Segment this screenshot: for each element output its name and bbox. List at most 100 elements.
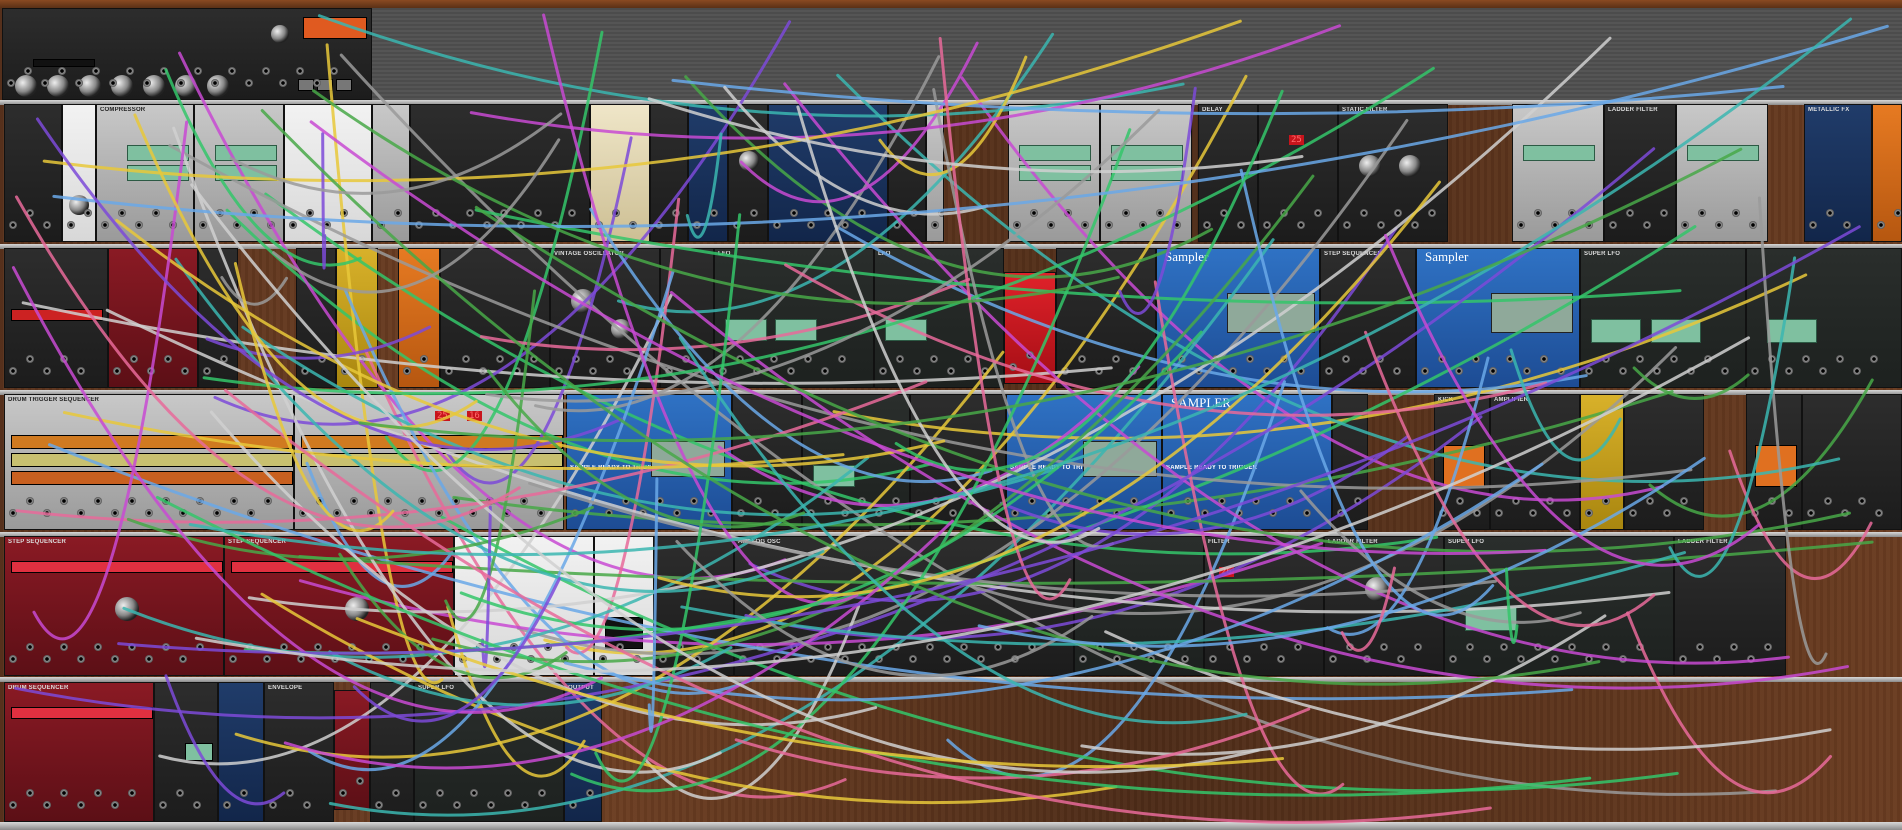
patch-jack[interactable] (318, 355, 326, 363)
patch-jack[interactable] (77, 801, 85, 809)
patch-jack[interactable] (436, 789, 444, 797)
patch-jack[interactable] (496, 355, 504, 363)
patch-jack[interactable] (196, 643, 204, 651)
patch-jack[interactable] (1681, 221, 1689, 229)
patch-jack[interactable] (572, 355, 580, 363)
patch-jack[interactable] (639, 509, 647, 517)
patch-jack[interactable] (690, 497, 698, 505)
patch-jack[interactable] (1393, 367, 1401, 375)
patch-jack[interactable] (1421, 367, 1429, 375)
patch-jack[interactable] (1011, 509, 1019, 517)
patch-jack[interactable] (1161, 367, 1169, 375)
patch-jack[interactable] (143, 79, 151, 87)
patch-jack[interactable] (538, 789, 546, 797)
patch-jack[interactable] (1263, 221, 1271, 229)
patch-jack[interactable] (655, 221, 663, 229)
patch-jack[interactable] (26, 643, 34, 651)
knob[interactable] (271, 25, 289, 43)
patch-jack[interactable] (246, 643, 254, 651)
patch-jack[interactable] (196, 497, 204, 505)
patch-jack[interactable] (306, 209, 314, 217)
patch-jack[interactable] (555, 367, 563, 375)
patch-jack[interactable] (341, 367, 349, 375)
patch-jack[interactable] (43, 367, 51, 375)
patch-jack[interactable] (420, 355, 428, 363)
patch-jack[interactable] (879, 367, 887, 375)
patch-jack[interactable] (331, 655, 339, 663)
patch-jack[interactable] (240, 789, 248, 797)
patch-jack[interactable] (9, 655, 17, 663)
patch-jack[interactable] (9, 367, 17, 375)
patch-jack[interactable] (128, 643, 136, 651)
patch-jack[interactable] (824, 643, 832, 651)
patch-jack[interactable] (1062, 497, 1070, 505)
patch-jack[interactable] (1218, 497, 1226, 505)
patch-jack[interactable] (94, 497, 102, 505)
patch-jack[interactable] (1167, 509, 1175, 517)
patch-jack[interactable] (1263, 367, 1271, 375)
patch-jack[interactable] (375, 801, 383, 809)
patch-jack[interactable] (1113, 655, 1121, 663)
patch-jack[interactable] (1064, 209, 1072, 217)
patch-jack[interactable] (932, 497, 940, 505)
patch-jack[interactable] (756, 643, 764, 651)
module-utility[interactable] (594, 536, 654, 676)
module-red-fx[interactable] (1004, 272, 1056, 384)
patch-jack[interactable] (24, 67, 32, 75)
patch-jack[interactable] (1346, 643, 1354, 651)
patch-jack[interactable] (452, 497, 460, 505)
module-synth-voice[interactable]: ANALOG OSC (734, 536, 1074, 676)
patch-jack[interactable] (392, 789, 400, 797)
patch-jack[interactable] (595, 221, 603, 229)
patch-jack[interactable] (693, 655, 701, 663)
module-synth[interactable] (1008, 104, 1100, 242)
patch-jack[interactable] (750, 209, 758, 217)
patch-jack[interactable] (303, 801, 311, 809)
patch-jack[interactable] (1455, 367, 1463, 375)
module-compressor[interactable]: COMPRESSOR (96, 104, 194, 242)
patch-jack[interactable] (1026, 351, 1034, 359)
patch-jack[interactable] (754, 497, 762, 505)
knob[interactable] (207, 75, 229, 97)
patch-jack[interactable] (530, 355, 538, 363)
patch-jack[interactable] (926, 643, 934, 651)
patch-jack[interactable] (1670, 355, 1678, 363)
patch-jack[interactable] (1660, 209, 1668, 217)
module-fx[interactable] (1580, 394, 1624, 530)
patch-jack[interactable] (1360, 209, 1368, 217)
patch-jack[interactable] (94, 643, 102, 651)
patch-jack[interactable] (500, 209, 508, 217)
patch-jack[interactable] (633, 655, 641, 663)
patch-jack[interactable] (9, 221, 17, 229)
patch-jack[interactable] (245, 79, 253, 87)
patch-jack[interactable] (1414, 643, 1422, 651)
patch-jack[interactable] (665, 367, 673, 375)
patch-jack[interactable] (1342, 355, 1350, 363)
knob[interactable] (15, 75, 37, 97)
patch-jack[interactable] (824, 209, 832, 217)
patch-jack[interactable] (1802, 355, 1810, 363)
patch-jack[interactable] (262, 67, 270, 75)
patch-jack[interactable] (1785, 367, 1793, 375)
patch-jack[interactable] (1449, 655, 1457, 663)
patch-jack[interactable] (470, 789, 478, 797)
patch-jack[interactable] (1164, 643, 1172, 651)
patch-jack[interactable] (1438, 355, 1446, 363)
patch-jack[interactable] (804, 355, 812, 363)
patch-jack[interactable] (875, 509, 883, 517)
patch-jack[interactable] (181, 367, 189, 375)
patch-jack[interactable] (841, 509, 849, 517)
patch-jack[interactable] (753, 367, 761, 375)
patch-jack[interactable] (1297, 367, 1305, 375)
patch-jack[interactable] (841, 655, 849, 663)
patch-jack[interactable] (26, 497, 34, 505)
patch-jack[interactable] (1047, 221, 1055, 229)
patch-jack[interactable] (1156, 209, 1164, 217)
patch-jack[interactable] (445, 367, 453, 375)
patch-jack[interactable] (672, 209, 680, 217)
patch-jack[interactable] (1534, 209, 1542, 217)
patch-jack[interactable] (26, 355, 34, 363)
patch-jack[interactable] (416, 643, 424, 651)
patch-jack[interactable] (479, 367, 487, 375)
patch-jack[interactable] (9, 509, 17, 517)
